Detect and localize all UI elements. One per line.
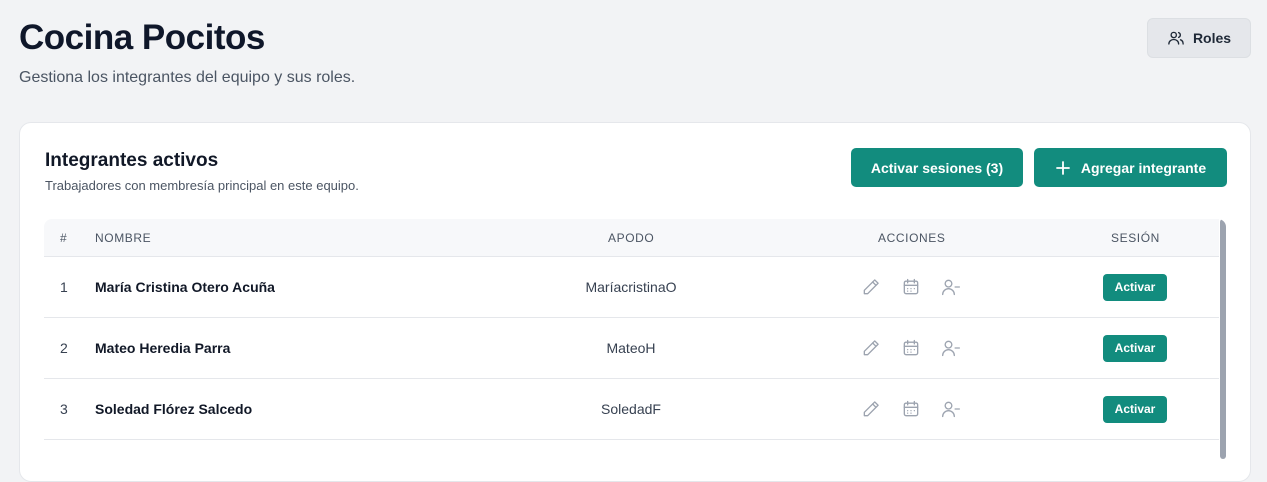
table-scrollbar[interactable] xyxy=(1220,219,1226,459)
users-icon xyxy=(1168,31,1184,45)
user-minus-icon[interactable] xyxy=(941,338,961,358)
table-row: 1 María Cristina Otero Acuña Maríacristi… xyxy=(44,257,1219,318)
member-name: Mateo Heredia Parra xyxy=(95,340,231,356)
row-actions xyxy=(859,257,969,317)
session-cell: Activar xyxy=(1103,257,1167,317)
row-actions xyxy=(859,379,969,439)
member-name: Soledad Flórez Salcedo xyxy=(95,401,253,417)
column-header-nickname: APODO xyxy=(608,231,655,245)
row-actions xyxy=(859,318,969,378)
calendar-icon[interactable] xyxy=(901,338,921,358)
members-card: Integrantes activos Trabajadores con mem… xyxy=(19,122,1251,482)
row-number: 2 xyxy=(60,340,68,356)
column-header-name: NOMBRE xyxy=(95,231,152,245)
add-member-button[interactable]: Agregar integrante xyxy=(1034,148,1227,187)
member-nickname: SoledadF xyxy=(601,401,661,417)
row-number: 3 xyxy=(60,401,68,417)
roles-button-label: Roles xyxy=(1192,30,1232,46)
column-header-num: # xyxy=(60,231,68,245)
members-table: # NOMBRE APODO ACCIONES SESIÓN 1 María C… xyxy=(44,219,1226,459)
calendar-icon[interactable] xyxy=(901,277,921,297)
activate-sessions-button[interactable]: Activar sesiones (3) xyxy=(851,148,1023,187)
member-nickname: MateoH xyxy=(606,340,656,356)
plus-icon xyxy=(1055,160,1070,175)
activate-session-button[interactable]: Activar xyxy=(1103,273,1167,301)
pencil-icon[interactable] xyxy=(861,277,881,297)
roles-button[interactable]: Roles xyxy=(1147,18,1251,58)
session-cell: Activar xyxy=(1103,379,1167,439)
column-header-actions: ACCIONES xyxy=(878,231,946,245)
table-header: # NOMBRE APODO ACCIONES SESIÓN xyxy=(44,219,1219,257)
page-title: Cocina Pocitos xyxy=(19,18,265,57)
column-header-session: SESIÓN xyxy=(1111,231,1160,245)
activate-sessions-label: Activar sesiones (3) xyxy=(870,159,1004,176)
table-row: 3 Soledad Flórez Salcedo SoledadF Activa… xyxy=(44,379,1219,440)
pencil-icon[interactable] xyxy=(861,399,881,419)
pencil-icon[interactable] xyxy=(861,338,881,358)
activate-session-button[interactable]: Activar xyxy=(1103,395,1167,423)
card-subtitle: Trabajadores con membresía principal en … xyxy=(45,178,359,193)
add-member-label: Agregar integrante xyxy=(1080,159,1207,176)
activate-session-button[interactable]: Activar xyxy=(1103,334,1167,362)
session-cell: Activar xyxy=(1103,318,1167,378)
user-minus-icon[interactable] xyxy=(941,277,961,297)
member-nickname: MaríacristinaO xyxy=(585,279,677,295)
user-minus-icon[interactable] xyxy=(941,399,961,419)
row-number: 1 xyxy=(60,279,68,295)
card-title: Integrantes activos xyxy=(45,150,219,171)
calendar-icon[interactable] xyxy=(901,399,921,419)
page-subtitle: Gestiona los integrantes del equipo y su… xyxy=(19,69,356,86)
table-row: 2 Mateo Heredia Parra MateoH Activar xyxy=(44,318,1219,379)
member-name: María Cristina Otero Acuña xyxy=(95,279,275,295)
